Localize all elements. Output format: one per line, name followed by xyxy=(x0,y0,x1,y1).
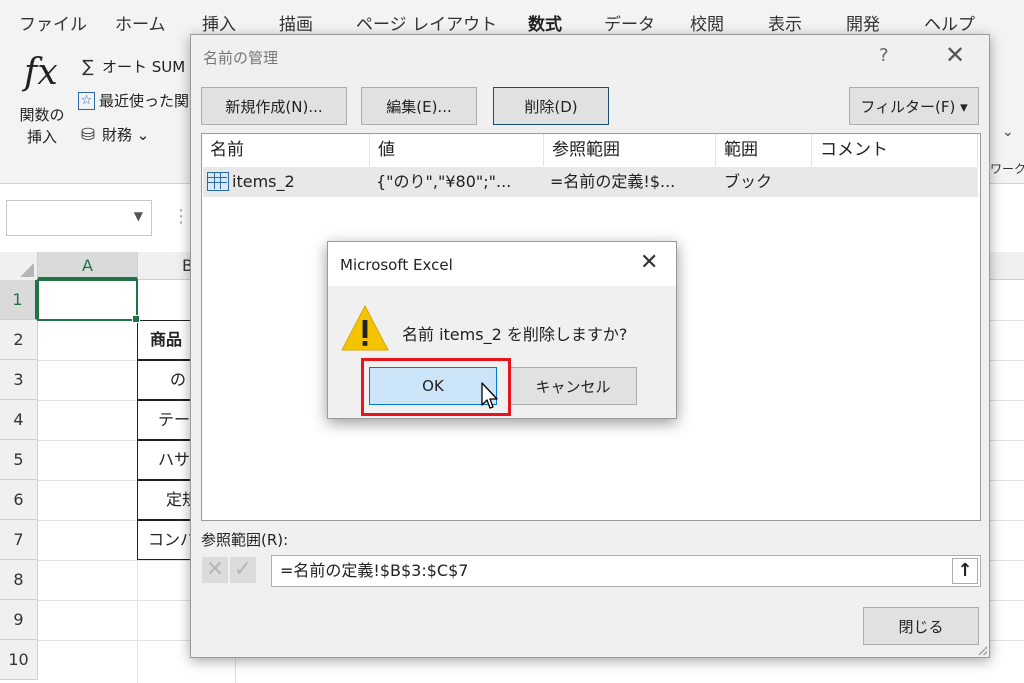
tab-draw[interactable]: 描画 xyxy=(279,10,313,35)
filter-button[interactable]: フィルター(F) ▾ xyxy=(849,87,979,125)
name-box-dropdown-icon[interactable]: ▼ xyxy=(134,209,143,223)
list-item-scope: ブック xyxy=(724,172,773,191)
refers-to-input[interactable]: =名前の定義!$B$3:$C$7 ↑ xyxy=(271,555,981,587)
select-all-corner[interactable] xyxy=(0,252,38,280)
column-header-comment[interactable]: コメント xyxy=(812,134,978,166)
cell-b3[interactable]: の xyxy=(137,360,197,400)
cell-b6[interactable]: 定規 xyxy=(137,480,197,520)
row-header-8[interactable]: 8 xyxy=(0,560,38,600)
cancel-button[interactable]: キャンセル xyxy=(509,367,637,405)
refers-to-value: =名前の定義!$B$3:$C$7 xyxy=(280,561,469,580)
ribbon-group-chevron-icon[interactable]: ⌄ xyxy=(1002,124,1014,140)
recently-used-label: 最近使った関 xyxy=(99,92,190,110)
cell-b2[interactable]: 商品 xyxy=(137,320,197,360)
delete-name-button[interactable]: 削除(D) xyxy=(493,87,609,125)
collapse-dialog-icon[interactable]: ↑ xyxy=(952,558,978,584)
cancel-edit-icon[interactable]: ✕ xyxy=(202,557,228,583)
list-item-value: {"のり","¥80";"... xyxy=(376,172,512,191)
table-icon xyxy=(207,172,229,191)
fx-icon: fx xyxy=(24,52,58,93)
tab-view[interactable]: 表示 xyxy=(768,10,802,35)
list-item-name: items_2 xyxy=(232,172,295,191)
financial-label: 財務 ⌄ xyxy=(102,126,150,144)
tab-developer[interactable]: 開発 xyxy=(846,10,880,35)
insert-function-label-line1: 関数の xyxy=(19,106,65,124)
row-header-3[interactable]: 3 xyxy=(0,360,38,400)
star-icon: ☆ xyxy=(78,91,95,110)
tab-file[interactable]: ファイル xyxy=(19,10,87,35)
column-header-a[interactable]: A xyxy=(38,252,138,280)
confirm-delete-dialog: Microsoft Excel ✕ 名前 items_2 を削除しますか? OK… xyxy=(327,241,677,419)
confirm-edit-icon[interactable]: ✓ xyxy=(230,557,256,583)
financial-button[interactable]: ⛁ 財務 ⌄ xyxy=(78,124,149,145)
column-header-scope[interactable]: 範囲 xyxy=(716,134,812,166)
tab-page-layout[interactable]: ページ レイアウト xyxy=(356,10,497,35)
close-icon[interactable]: ✕ xyxy=(945,41,965,69)
edit-name-button[interactable]: 編集(E)... xyxy=(361,87,477,125)
row-header-6[interactable]: 6 xyxy=(0,480,38,520)
message-text: 名前 items_2 を削除しますか? xyxy=(402,325,628,344)
row-header-2[interactable]: 2 xyxy=(0,320,38,360)
tab-review[interactable]: 校閲 xyxy=(690,10,724,35)
tab-data[interactable]: データ xyxy=(604,10,655,35)
row-header-9[interactable]: 9 xyxy=(0,600,38,640)
close-icon[interactable]: ✕ xyxy=(640,250,658,275)
insert-function-label-line2: 挿入 xyxy=(26,128,57,146)
row-header-10[interactable]: 10 xyxy=(0,640,38,680)
help-icon[interactable]: ? xyxy=(879,45,889,66)
ok-button[interactable]: OK xyxy=(369,367,497,405)
column-header-value[interactable]: 値 xyxy=(370,134,544,166)
active-cell-a1[interactable] xyxy=(37,279,140,323)
cell-b7[interactable]: コンパ xyxy=(137,520,197,560)
row-header-1[interactable]: 1 xyxy=(0,280,38,320)
cell-b4[interactable]: テー xyxy=(137,400,197,440)
name-box[interactable]: ▼ xyxy=(6,200,152,236)
cell-b5[interactable]: ハサ xyxy=(137,440,197,480)
refers-to-label: 参照範囲(R): xyxy=(201,531,289,549)
list-item-refers-to: =名前の定義!$... xyxy=(550,172,676,191)
autosum-label: オート SUM xyxy=(102,58,186,76)
resize-grip-icon[interactable] xyxy=(977,645,987,655)
new-name-button[interactable]: 新規作成(N)... xyxy=(201,87,347,125)
close-button[interactable]: 閉じる xyxy=(863,607,979,645)
ribbon-group-label: ワークシ xyxy=(990,162,1024,176)
message-box-titlebar: Microsoft Excel ✕ xyxy=(328,242,676,286)
tab-home[interactable]: ホーム xyxy=(115,10,166,35)
row-header-4[interactable]: 4 xyxy=(0,400,38,440)
autosum-button[interactable]: ∑ オート SUM xyxy=(78,56,185,77)
dialog-title: 名前の管理 xyxy=(203,49,279,67)
column-header-name[interactable]: 名前 xyxy=(202,134,370,166)
message-box-title: Microsoft Excel xyxy=(340,256,453,274)
database-icon: ⛁ xyxy=(80,124,96,145)
recently-used-button[interactable]: ☆ 最近使った関 xyxy=(78,90,189,111)
row-header-7[interactable]: 7 xyxy=(0,520,38,560)
warning-icon xyxy=(341,304,389,351)
tab-help[interactable]: ヘルプ xyxy=(924,10,975,35)
tab-insert[interactable]: 挿入 xyxy=(202,10,236,35)
sigma-icon: ∑ xyxy=(82,56,94,77)
row-header-5[interactable]: 5 xyxy=(0,440,38,480)
formula-bar-separator: ⋮ xyxy=(172,206,190,227)
tab-formulas[interactable]: 数式 xyxy=(528,10,562,35)
column-header-refers-to[interactable]: 参照範囲 xyxy=(544,134,716,166)
